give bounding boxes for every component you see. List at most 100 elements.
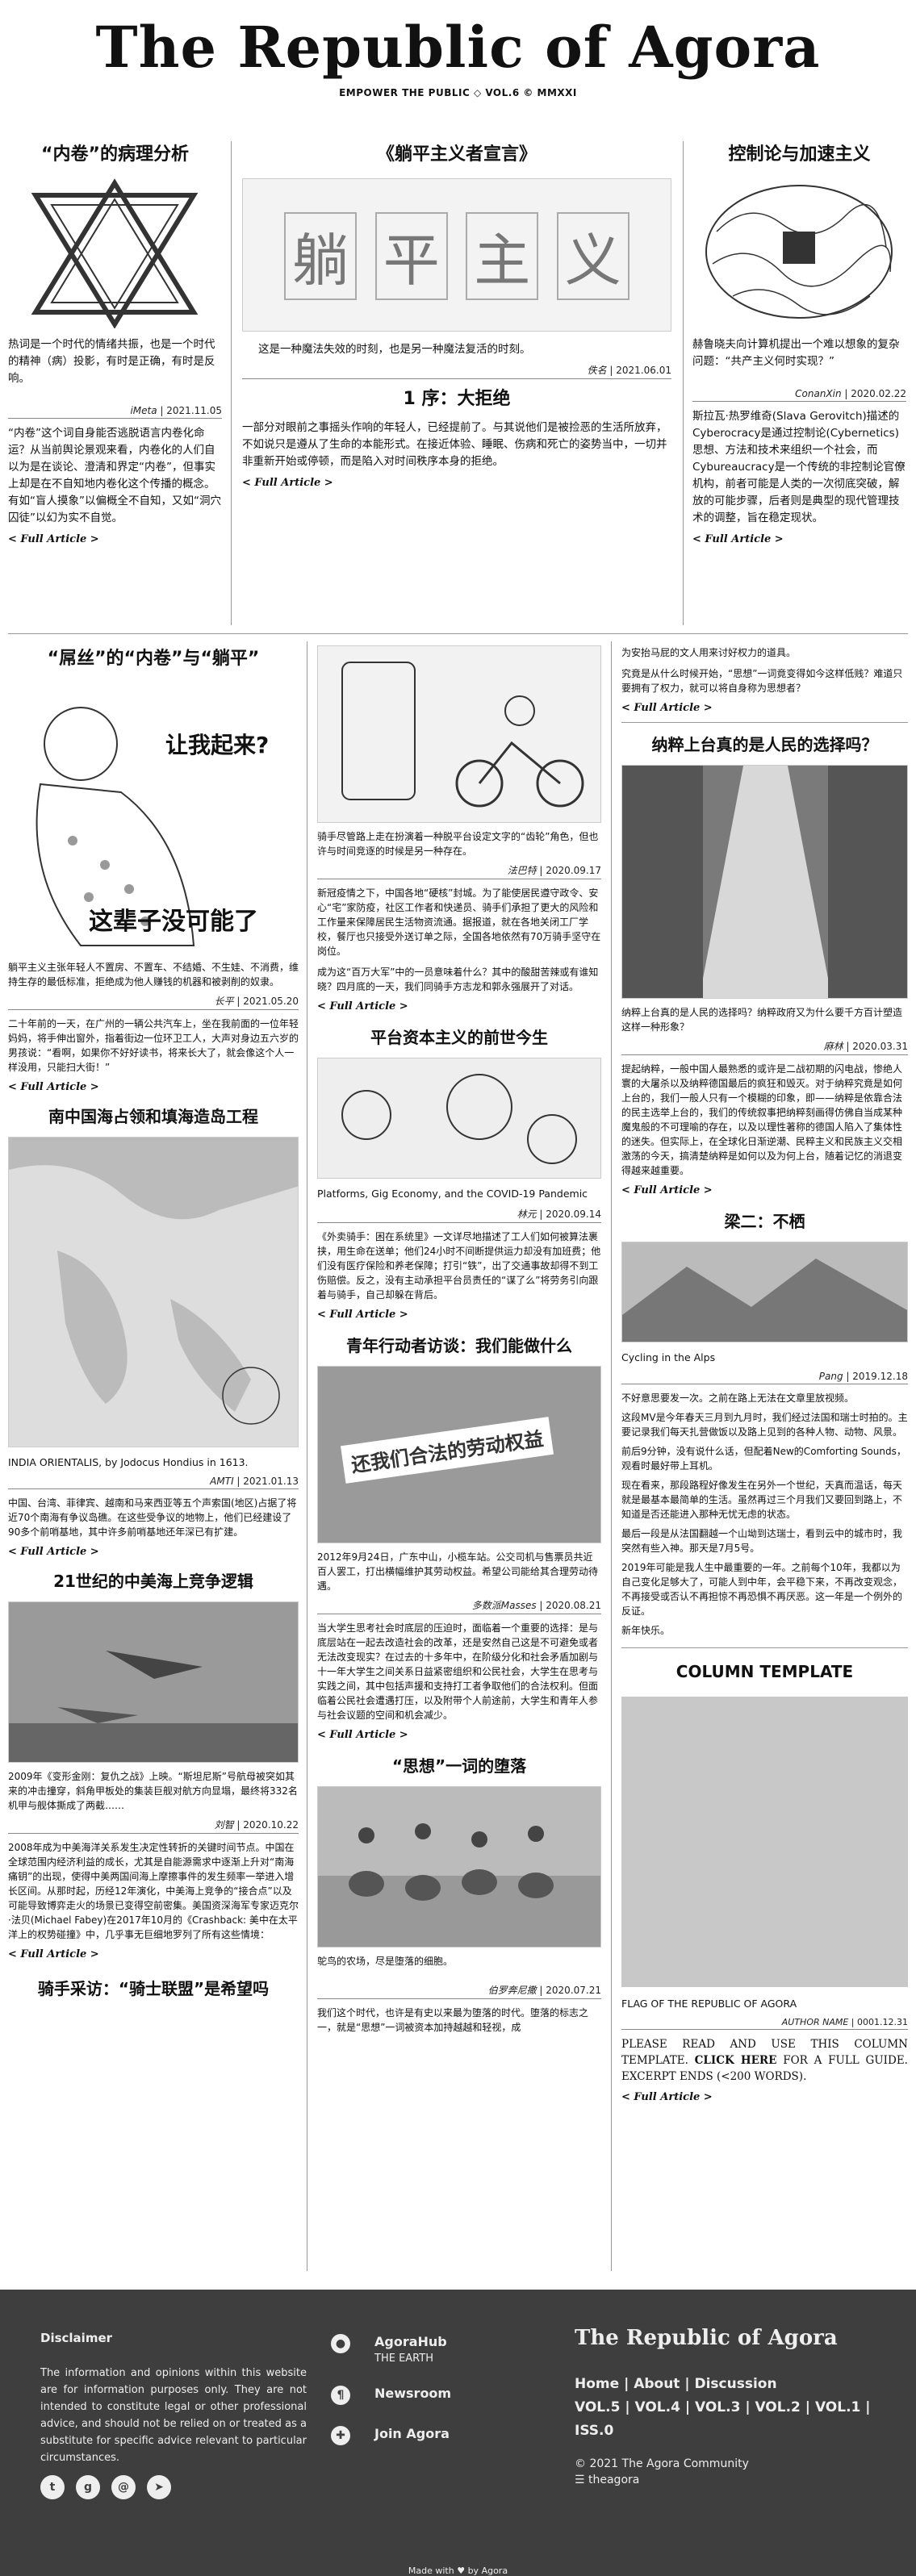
author: 刘智 xyxy=(214,1819,234,1831)
site-title[interactable]: The Republic of Agora xyxy=(0,15,916,81)
newsroom-label: Newsroom xyxy=(374,2386,452,2401)
footer: Disclaimer The information and opinions … xyxy=(0,2290,916,2576)
column-1: “屌丝”的“内卷”与“躺平” 让我起来? 这辈子没可能了 躺平主义主张年轻人不置… xyxy=(8,645,299,2002)
agorahub-link[interactable]: ● AgoraHub THE EARTH xyxy=(331,2334,541,2365)
date: 2020.09.17 xyxy=(546,865,601,876)
image-caption: Cycling in the Alps xyxy=(621,1351,716,1363)
article-meta: AUTHOR NAME | 0001.12.31 xyxy=(621,2017,908,2030)
full-article-link[interactable]: < Full Article > xyxy=(317,1309,408,1321)
article-title[interactable]: 21世纪的中美海上竞争逻辑 xyxy=(8,1568,299,1595)
platform-sketch-image xyxy=(317,1058,601,1179)
article-meta: 刘智 | 2020.10.22 xyxy=(8,1818,299,1834)
section-divider xyxy=(621,1647,908,1648)
article-meta: 长平 | 2021.05.20 xyxy=(8,994,299,1010)
nav-about[interactable]: About xyxy=(634,2376,680,2392)
full-article-link[interactable]: < Full Article > xyxy=(621,2091,713,2103)
disclaimer-title: Disclaimer xyxy=(40,2331,113,2345)
nav-vol5[interactable]: VOL.5 xyxy=(575,2399,620,2415)
issue-line: EMPOWER THE PUBLIC ◇ VOL.6 © MMXXI xyxy=(339,87,577,98)
section-divider xyxy=(8,633,908,634)
article-tangping-manifesto: 《躺平主义者宣言》 躺 平 主 义 这是一种魔法失效的时刻，也是另一种魔法复活的… xyxy=(242,141,671,489)
article-title[interactable]: 平台资本主义的前世今生 xyxy=(317,1024,601,1051)
article-title[interactable]: 控制论与加速主义 xyxy=(692,141,906,169)
article-body: 为安抬马屁的文人用来讨好权力的道具。 xyxy=(621,647,797,658)
nav-vol4[interactable]: VOL.4 xyxy=(634,2399,680,2415)
article-title[interactable]: COLUMN TEMPLATE xyxy=(621,1658,908,1685)
made-with: Made with ♥ by Agora xyxy=(408,2566,508,2576)
full-article-link[interactable]: < Full Article > xyxy=(317,1000,408,1012)
article-lead: 热词是一个时代的情绪共振，也是一个时代的精神（病）投影，有时是正确，有时是反响。 xyxy=(8,338,215,385)
warplane-image xyxy=(8,1601,299,1763)
full-article-link[interactable]: < Full Article > xyxy=(317,1729,408,1741)
click-here-link[interactable]: CLICK HERE xyxy=(695,2054,777,2067)
nav-vol2[interactable]: VOL.2 xyxy=(755,2399,800,2415)
nav-home[interactable]: Home xyxy=(575,2376,619,2392)
email-icon[interactable]: @ xyxy=(111,2475,136,2499)
banner-char: 义 xyxy=(556,211,629,300)
handle-link[interactable]: ☰ theagora xyxy=(575,2472,881,2488)
date: 2021.05.20 xyxy=(243,996,299,1007)
article-title[interactable]: 梁二：不栖 xyxy=(621,1208,908,1235)
protest-banner-text: 还我们合法的劳动权益 xyxy=(340,1417,554,1484)
twitter-icon[interactable]: t xyxy=(40,2475,65,2499)
divider xyxy=(231,141,232,625)
article-platform-capitalism: 平台资本主义的前世今生 Platforms, Gig Economy, and … xyxy=(317,1024,601,1321)
article-lead: 2012年9月24日，广东中山，小榄车站。公交司机与售票员共近百人罢工，打出横幅… xyxy=(317,1551,599,1592)
comic-image: 让我起来? 这辈子没可能了 xyxy=(8,679,299,954)
article-body: 一部分对眼前之事摇头作响的年轻人，已经提前了。与其说他们是被捡恶的生活所放弃，不… xyxy=(242,421,667,468)
banner-char: 平 xyxy=(374,211,448,300)
article-body: 现在看来，那段路程好像发生在另外一个世纪，天真而温话，每天就是最基本最简单的生活… xyxy=(621,1480,903,1520)
footer-links: ● AgoraHub THE EARTH ¶ Newsroom ✚ Join Ag… xyxy=(331,2334,541,2466)
article-subtitle: 1 序：大拒绝 xyxy=(403,389,511,409)
date: 2021.01.13 xyxy=(243,1476,299,1487)
article-title[interactable]: 青年行动者访谈：我们能做什么 xyxy=(317,1332,601,1359)
full-article-link[interactable]: < Full Article > xyxy=(8,1948,99,1960)
article-title[interactable]: “屌丝”的“内卷”与“躺平” xyxy=(8,645,299,673)
nav-discussion[interactable]: Discussion xyxy=(694,2376,776,2392)
article-title[interactable]: 《躺平主义者宣言》 xyxy=(242,141,671,169)
full-article-link[interactable]: < Full Article > xyxy=(8,1081,99,1093)
footer-nav-links: Home | About | Discussion VOL.5 | VOL.4 … xyxy=(575,2376,871,2439)
article-body: 提起纳粹，一般中国人最熟悉的或许是二战初期的闪电战，惨绝人寰的大屠杀以及纳粹德国… xyxy=(621,1063,903,1176)
article-title[interactable]: 纳粹上台真的是人民的选择吗？ xyxy=(621,731,908,758)
column-2: 骑手尽管路上走在扮演着一种脱平台设定文字的“齿轮”角色，但也许与时间竞逐的时候是… xyxy=(317,645,601,2035)
footer-logo[interactable]: The Republic of Agora xyxy=(575,2326,881,2350)
article-meta: 法巴特 | 2020.09.17 xyxy=(317,863,601,879)
newsroom-link[interactable]: ¶ Newsroom xyxy=(331,2386,541,2405)
full-article-link[interactable]: < Full Article > xyxy=(621,1184,713,1196)
image-caption: FLAG OF THE REPUBLIC OF AGORA xyxy=(621,1998,797,2010)
author: ConanXin xyxy=(795,388,842,399)
article-body: 究竟是从什么时候开始，“思想”一词竟变得如今这样低贱？难道只要拥有了权力，就可以… xyxy=(621,668,903,694)
article-neijuan: “内卷”的病理分析 热词是一个时代的情绪共振，也是一个时代的精神（病）投影，有时… xyxy=(8,141,222,545)
nav-vol3[interactable]: VOL.3 xyxy=(695,2399,740,2415)
disclaimer-text: The information and opinions within this… xyxy=(40,2367,307,2464)
article-meta: ConanXin | 2020.02.22 xyxy=(692,388,906,402)
article-body: 2008年成为中美海洋关系发生决定性转折的关键时间节点。中国在全球范围内经济利益… xyxy=(8,1842,299,1940)
full-article-link[interactable]: < Full Article > xyxy=(621,702,713,714)
article-lead: 纳粹上台真的是人民的选择吗？纳粹政府又为什么要千方百计塑造这样一种形象？ xyxy=(621,1007,903,1033)
full-article-link[interactable]: < Full Article > xyxy=(242,477,333,489)
article-title[interactable]: “思想”一词的堕落 xyxy=(317,1752,601,1780)
article-title[interactable]: 骑手采访：“骑士联盟”是希望吗 xyxy=(8,1975,299,2002)
agorahub-label: AgoraHub xyxy=(374,2334,447,2349)
full-article-link[interactable]: < Full Article > xyxy=(692,533,784,545)
full-article-link[interactable]: < Full Article > xyxy=(8,1546,99,1558)
github-icon[interactable]: g xyxy=(76,2475,100,2499)
telegram-icon[interactable]: ➤ xyxy=(147,2475,171,2499)
nav-vol1[interactable]: VOL.1 xyxy=(815,2399,860,2415)
column-3: 为安抬马屁的文人用来讨好权力的道具。 究竟是从什么时候开始，“思想”一词竟变得如… xyxy=(621,645,908,2103)
article-body: 新年快乐。 xyxy=(621,1625,671,1636)
article-title[interactable]: 南中国海占领和填海造岛工程 xyxy=(8,1103,299,1130)
article-thought-continued: 为安抬马屁的文人用来讨好权力的道具。 究竟是从什么时候开始，“思想”一词竟变得如… xyxy=(621,645,908,714)
join-agora-link[interactable]: ✚ Join Agora xyxy=(331,2426,541,2445)
article-body: 我们这个时代，也许是有史以来最为堕落的时代。堕落的标志之一，就是“思想”一词被资… xyxy=(317,2007,589,2033)
article-lead: 躺平主义主张年轻人不置房、不置车、不结婚、不生娃、不消费，维持生存的最低标准，拒… xyxy=(8,962,299,987)
article-body: 成为这“百万大军”中的一员意味着什么？其中的酸甜苦辣或有谁知晓？四月底的一天，我… xyxy=(317,967,599,992)
nav-iss0[interactable]: ISS.0 xyxy=(575,2423,613,2439)
article-liang-er: 梁二：不栖 Cycling in the Alps Pang | 2019.12… xyxy=(621,1208,908,1638)
image-caption: INDIA ORIENTALIS, by Jodocus Hondius in … xyxy=(8,1456,249,1468)
article-body: “内卷”这个词自身能否逃脱语言内卷化命运？从当前舆论景观来看，内卷化的人们自以为… xyxy=(8,427,221,524)
article-title[interactable]: “内卷”的病理分析 xyxy=(8,141,222,169)
article-delivery-riders: 骑手尽管路上走在扮演着一种脱平台设定文字的“齿轮”角色，但也许与时间竞逐的时候是… xyxy=(317,645,601,1012)
full-article-link[interactable]: < Full Article > xyxy=(8,533,99,545)
